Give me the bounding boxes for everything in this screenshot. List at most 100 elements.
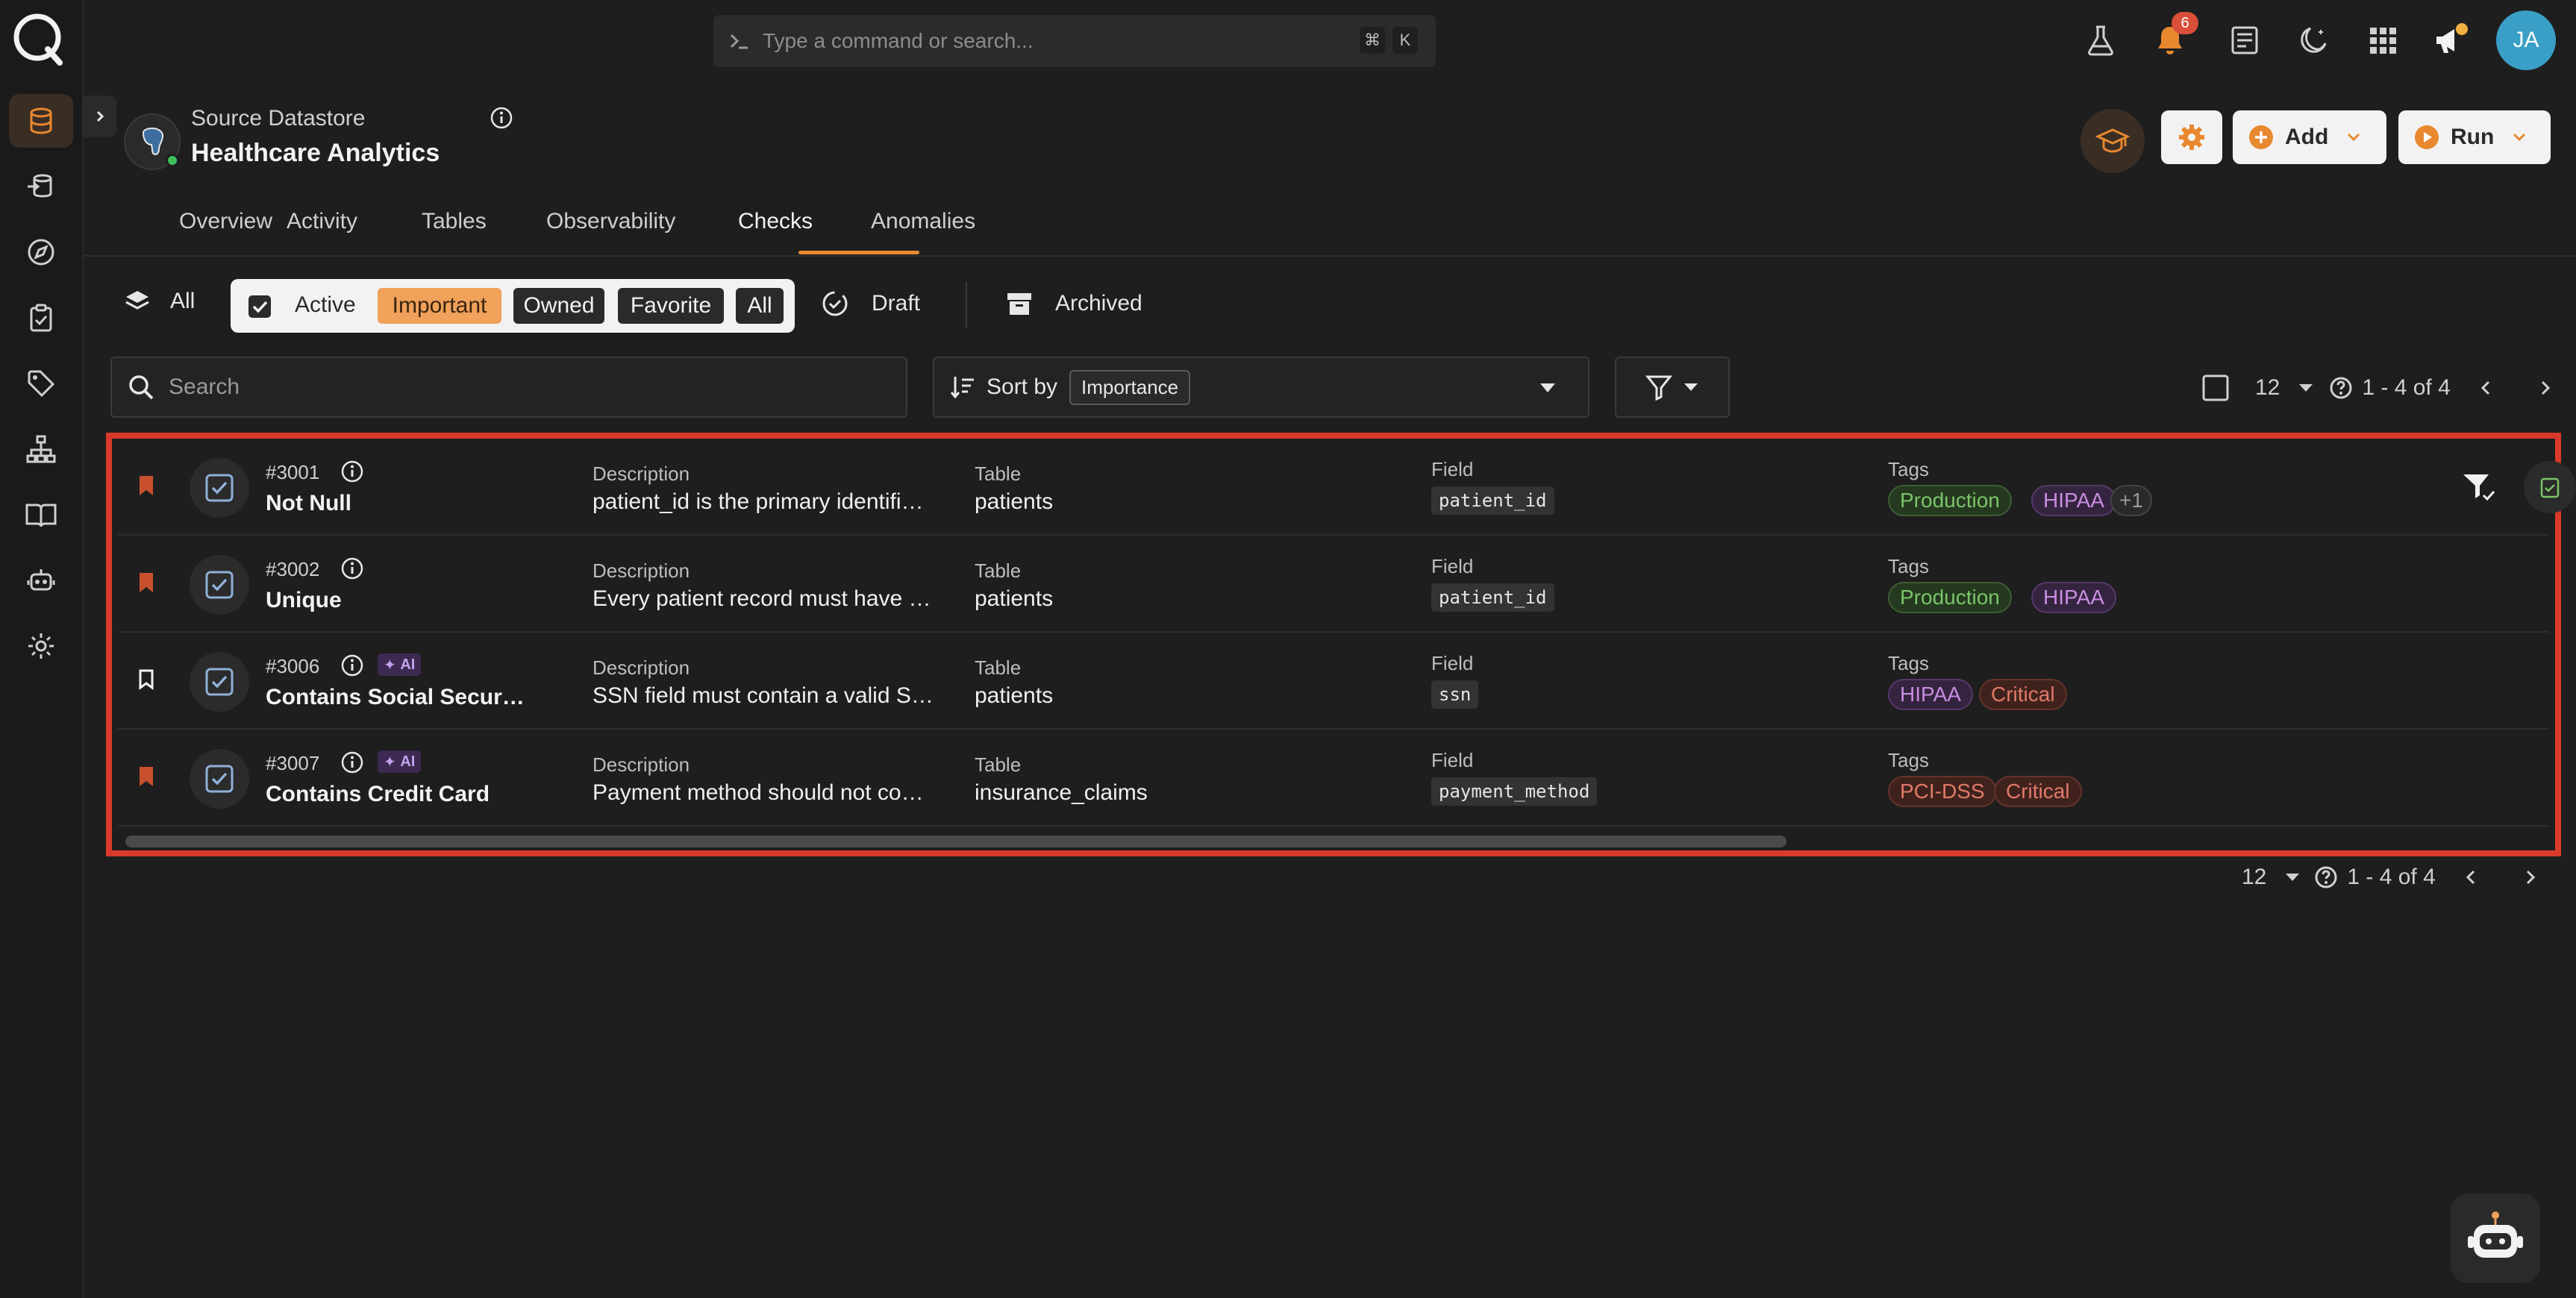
- filter-check-icon[interactable]: [2461, 470, 2495, 504]
- info-icon[interactable]: [340, 460, 364, 483]
- settings-button[interactable]: [2161, 110, 2222, 164]
- layers-icon: [125, 291, 149, 310]
- page-size-value[interactable]: 12: [2242, 865, 2266, 890]
- shortcut-cmd-key: ⌘: [1360, 27, 1385, 54]
- table-row[interactable]: #3006 ✦ AI Contains Social Securit... De…: [118, 633, 2549, 730]
- check-field[interactable]: patient_id: [1431, 486, 1554, 515]
- check-table[interactable]: insurance_claims: [975, 780, 1148, 806]
- select-all-checkbox-icon[interactable]: [2201, 374, 2230, 402]
- check-name[interactable]: Not Null: [266, 491, 527, 516]
- table-row[interactable]: #3002 Unique Description Every patient r…: [118, 536, 2549, 633]
- flask-icon[interactable]: [2078, 18, 2123, 63]
- sidebar-library-icon[interactable]: [9, 488, 73, 542]
- run-button[interactable]: Run: [2398, 110, 2551, 164]
- bookmark-filled-icon[interactable]: [137, 474, 155, 497]
- tag-hipaa[interactable]: HIPAA: [2031, 485, 2116, 516]
- check-table[interactable]: patients: [975, 586, 1053, 612]
- sidebar-checks-icon[interactable]: [9, 291, 73, 345]
- bookmark-outline-icon[interactable]: [137, 668, 155, 691]
- tab-tables[interactable]: Tables: [422, 209, 487, 257]
- tag-production[interactable]: Production: [1888, 485, 2012, 516]
- active-filter-group: Active Important Owned Favorite All: [231, 279, 795, 333]
- help-icon[interactable]: [2329, 376, 2353, 400]
- chevron-left-icon[interactable]: [2477, 379, 2495, 397]
- chip-favorite[interactable]: Favorite: [618, 288, 724, 324]
- command-search-bar[interactable]: Type a command or search... ⌘ K: [713, 15, 1436, 67]
- check-field[interactable]: ssn: [1431, 680, 1479, 709]
- bookmark-filled-icon[interactable]: [137, 571, 155, 594]
- check-name[interactable]: Unique: [266, 588, 527, 613]
- search-box[interactable]: [110, 357, 907, 418]
- horizontal-scrollbar[interactable]: [125, 835, 1786, 847]
- filter-all[interactable]: All: [124, 288, 195, 315]
- table-row[interactable]: #3007 ✦ AI Contains Credit Card Descript…: [118, 730, 2549, 827]
- caret-down-icon[interactable]: [2284, 871, 2301, 884]
- tab-overview[interactable]: Overview: [179, 209, 272, 257]
- info-icon[interactable]: [340, 556, 364, 580]
- chip-important[interactable]: Important: [378, 288, 501, 324]
- info-icon[interactable]: [340, 750, 364, 774]
- notifications-count-badge: 6: [2172, 12, 2198, 34]
- check-field[interactable]: payment_method: [1431, 777, 1598, 806]
- docs-icon[interactable]: [2222, 18, 2267, 63]
- chevron-right-icon[interactable]: [2536, 379, 2554, 397]
- tag-production[interactable]: Production: [1888, 582, 2012, 613]
- chip-all[interactable]: All: [736, 288, 784, 324]
- tab-anomalies[interactable]: Anomalies: [871, 209, 975, 257]
- check-description: SSN field must contain a valid SSN: [593, 683, 936, 708]
- learning-graduation-cap-icon[interactable]: [2081, 109, 2145, 173]
- tag-hipaa[interactable]: HIPAA: [2031, 582, 2116, 613]
- tag-critical[interactable]: Critical: [1979, 679, 2067, 710]
- sidebar-agent-icon[interactable]: [9, 554, 73, 607]
- checkbox-checked-icon[interactable]: [247, 294, 272, 319]
- table-row[interactable]: #3001 Not Null Description patient_id is…: [118, 439, 2576, 536]
- check-id: #3002: [266, 558, 320, 580]
- sidebar-datastores-icon[interactable]: [9, 94, 73, 148]
- tab-observability[interactable]: Observability: [546, 209, 675, 257]
- sidebar-settings-icon[interactable]: [9, 619, 73, 673]
- assistant-bot-button[interactable]: [2451, 1194, 2540, 1283]
- sidebar-flows-icon[interactable]: [9, 160, 73, 213]
- page-size-value[interactable]: 12: [2255, 375, 2280, 401]
- announcements-icon[interactable]: [2428, 18, 2473, 63]
- bookmark-filled-icon[interactable]: [137, 765, 155, 788]
- chevron-right-icon[interactable]: [2521, 868, 2539, 886]
- tab-activity[interactable]: Activity: [287, 209, 357, 257]
- check-name[interactable]: Contains Credit Card: [266, 782, 527, 807]
- chip-owned[interactable]: Owned: [513, 288, 604, 324]
- apps-grid-icon[interactable]: [2360, 18, 2405, 63]
- tag-more-count[interactable]: +1: [2110, 485, 2152, 516]
- ai-badge-label: AI: [400, 753, 416, 770]
- sidebar-tags-icon[interactable]: [9, 357, 73, 410]
- sort-dropdown[interactable]: Sort by Importance: [933, 357, 1589, 418]
- sidebar-hierarchy-icon[interactable]: [9, 422, 73, 476]
- validated-clipboard-icon[interactable]: [2524, 461, 2576, 513]
- check-table[interactable]: patients: [975, 489, 1053, 515]
- filter-menu-button[interactable]: [1615, 357, 1730, 418]
- info-icon[interactable]: [490, 106, 513, 130]
- filter-archived[interactable]: Archived: [1006, 291, 1142, 316]
- filter-active-label[interactable]: Active: [295, 292, 356, 318]
- filter-draft-label: Draft: [872, 291, 921, 316]
- dark-mode-icon[interactable]: [2291, 18, 2336, 63]
- tab-checks[interactable]: Checks: [738, 209, 813, 257]
- check-id: #3001: [266, 461, 320, 483]
- tag-pci-dss[interactable]: PCI-DSS: [1888, 776, 1997, 807]
- help-icon[interactable]: [2314, 865, 2338, 889]
- user-avatar[interactable]: JA: [2496, 10, 2556, 70]
- filter-draft[interactable]: Draft: [821, 289, 920, 318]
- app-logo-icon[interactable]: [10, 10, 67, 67]
- sidebar-explore-icon[interactable]: [9, 225, 73, 279]
- search-input[interactable]: [169, 374, 840, 400]
- chevron-left-icon[interactable]: [2463, 868, 2480, 886]
- caret-down-icon[interactable]: [2298, 381, 2314, 395]
- notifications-bell-icon[interactable]: 6: [2148, 12, 2198, 63]
- tag-critical[interactable]: Critical: [1994, 776, 2082, 807]
- sidebar-expand-button[interactable]: [84, 95, 116, 137]
- check-field[interactable]: patient_id: [1431, 583, 1554, 612]
- check-table[interactable]: patients: [975, 683, 1053, 709]
- tag-hipaa[interactable]: HIPAA: [1888, 679, 1973, 710]
- add-button[interactable]: Add: [2233, 110, 2386, 164]
- check-name[interactable]: Contains Social Securit...: [266, 685, 527, 710]
- info-icon[interactable]: [340, 653, 364, 677]
